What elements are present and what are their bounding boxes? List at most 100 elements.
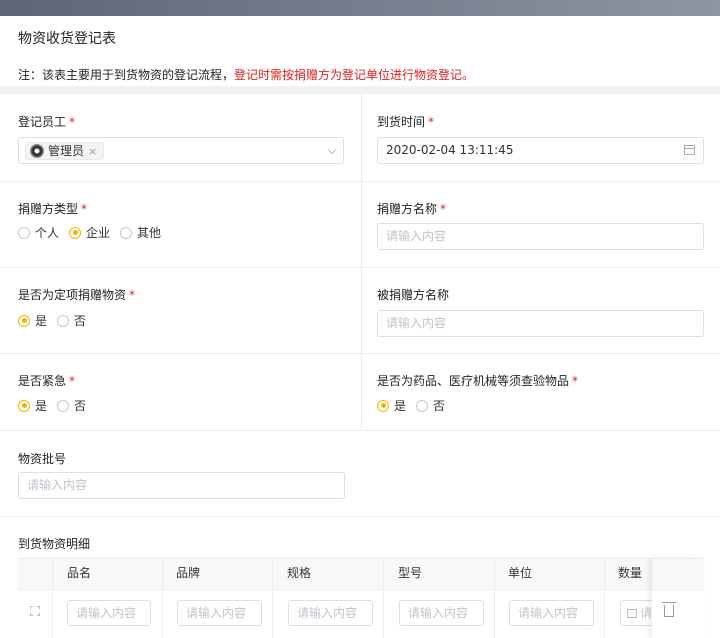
radio-label: 其他	[137, 226, 162, 240]
registrar-label: 登记员工 *	[18, 113, 75, 130]
item-unit-input[interactable]: 请输入内容	[509, 600, 594, 626]
row-divider	[0, 353, 720, 354]
item-name-input[interactable]: 请输入内容	[67, 600, 151, 626]
arrival-time-label: 到货时间 *	[377, 113, 434, 130]
recipient-name-input[interactable]: 请输入内容	[377, 310, 704, 337]
required-mark: *	[129, 288, 136, 302]
radio-label: 是	[394, 399, 407, 413]
donor-type-radio-group: 个人 企业 其他	[18, 224, 161, 241]
notice-prefix: 注：该表主要用于到货物资的登记流程，	[18, 68, 235, 82]
column-divider	[52, 558, 53, 638]
actions-column	[652, 558, 704, 638]
medical-label-text: 是否为药品、医疗机械等须查验物品	[377, 374, 570, 388]
urgent-label-text: 是否紧急	[18, 374, 67, 388]
donor-name-label-text: 捐赠方名称	[377, 202, 438, 216]
batch-no-label-text: 物资批号	[18, 452, 67, 466]
notice-highlight: 登记时需按捐赠方为登记单位进行物资登记。	[234, 68, 475, 82]
section-divider	[0, 86, 720, 94]
radio-circle-selected	[69, 226, 82, 239]
column-header-quantity: 数量	[618, 566, 643, 580]
quantity-placeholder: 请	[640, 606, 653, 620]
item-brand-input[interactable]: 请输入内容	[177, 600, 262, 626]
column-divider	[604, 558, 605, 638]
actions-column-header	[652, 558, 704, 590]
trash-icon[interactable]	[662, 602, 676, 617]
designated-radio-group: 是 否	[18, 312, 86, 329]
donor-type-option-enterprise[interactable]: 企业	[69, 224, 110, 241]
donor-name-input[interactable]: 请输入内容	[377, 223, 704, 250]
column-header-name: 品名	[67, 566, 92, 580]
radio-label: 否	[433, 399, 446, 413]
column-divider	[162, 558, 163, 638]
radio-circle-selected	[18, 314, 30, 327]
row-divider	[0, 267, 720, 268]
radio-circle-selected	[377, 399, 389, 412]
medical-radio-group: 是 否	[377, 397, 445, 414]
column-divider	[383, 558, 384, 638]
item-model-input[interactable]: 请输入内容	[399, 600, 484, 626]
required-mark: *	[69, 115, 76, 129]
designated-label-text: 是否为定项捐赠物资	[18, 288, 127, 302]
row-divider	[0, 430, 720, 431]
notice-text: 注：该表主要用于到货物资的登记流程，登记时需按捐赠方为登记单位进行物资登记。	[18, 66, 474, 83]
column-header-model: 型号	[398, 566, 423, 580]
required-mark: *	[440, 202, 447, 216]
required-mark: *	[428, 115, 435, 129]
designated-option-no[interactable]: 否	[57, 312, 86, 329]
urgent-option-no[interactable]: 否	[57, 397, 86, 414]
urgent-radio-group: 是 否	[18, 397, 86, 414]
tag-close-icon[interactable]: ×	[88, 139, 97, 164]
row-divider	[0, 516, 720, 517]
column-divider	[494, 558, 495, 638]
radio-label: 是	[35, 314, 48, 328]
details-table-header	[18, 558, 704, 590]
registrar-tag: 管理员 ×	[25, 142, 105, 160]
medical-option-yes[interactable]: 是	[377, 397, 406, 414]
recipient-name-label: 被捐赠方名称	[377, 286, 449, 303]
details-label: 到货物资明细	[18, 537, 91, 551]
radio-circle-selected	[18, 399, 30, 412]
radio-circle	[416, 399, 429, 412]
radio-label: 是	[35, 399, 48, 413]
arrival-time-value: 2020-02-04 13:11:45	[386, 143, 514, 157]
calendar-icon[interactable]	[684, 145, 695, 155]
radio-circle	[57, 314, 70, 327]
chevron-down-icon	[327, 145, 337, 155]
column-divider	[361, 94, 362, 430]
details-table: 品名 品牌 规格 型号 单位 数量 请输入内容 请输入内容 请输入内容 请输入内…	[18, 558, 704, 638]
batch-no-input[interactable]: 请输入内容	[18, 472, 345, 499]
donor-type-label: 捐赠方类型 *	[18, 200, 87, 217]
designated-label: 是否为定项捐赠物资 *	[18, 286, 135, 303]
arrival-time-input[interactable]: 2020-02-04 13:11:45	[377, 137, 704, 164]
radio-label: 企业	[86, 226, 111, 240]
item-spec-input[interactable]: 请输入内容	[288, 600, 373, 626]
radio-circle	[57, 399, 70, 412]
top-bar	[0, 0, 720, 16]
medical-option-no[interactable]: 否	[416, 397, 445, 414]
recipient-name-label-text: 被捐赠方名称	[377, 288, 450, 302]
column-header-unit: 单位	[508, 566, 533, 580]
drag-handle-icon[interactable]	[30, 606, 40, 616]
registrar-tag-label: 管理员	[48, 143, 85, 158]
required-mark: *	[572, 374, 579, 388]
batch-no-label: 物资批号	[18, 450, 66, 467]
donor-type-option-individual[interactable]: 个人	[18, 224, 59, 241]
registrar-label-text: 登记员工	[18, 115, 67, 129]
avatar-icon	[30, 144, 44, 158]
registrar-select[interactable]: 管理员 ×	[18, 137, 344, 164]
urgent-option-yes[interactable]: 是	[18, 397, 47, 414]
required-mark: *	[81, 202, 88, 216]
row-divider	[0, 181, 720, 182]
designated-option-yes[interactable]: 是	[18, 312, 47, 329]
arrival-time-label-text: 到货时间	[377, 115, 426, 129]
radio-label: 否	[74, 314, 87, 328]
column-divider	[272, 558, 273, 638]
donor-type-label-text: 捐赠方类型	[18, 202, 79, 216]
medical-label: 是否为药品、医疗机械等须查验物品 *	[377, 372, 578, 389]
donor-type-option-other[interactable]: 其他	[120, 224, 161, 241]
column-header-spec: 规格	[287, 566, 312, 580]
radio-circle	[120, 226, 133, 239]
required-mark: *	[69, 374, 76, 388]
number-input-icon	[627, 609, 637, 618]
column-header-brand: 品牌	[176, 566, 201, 580]
